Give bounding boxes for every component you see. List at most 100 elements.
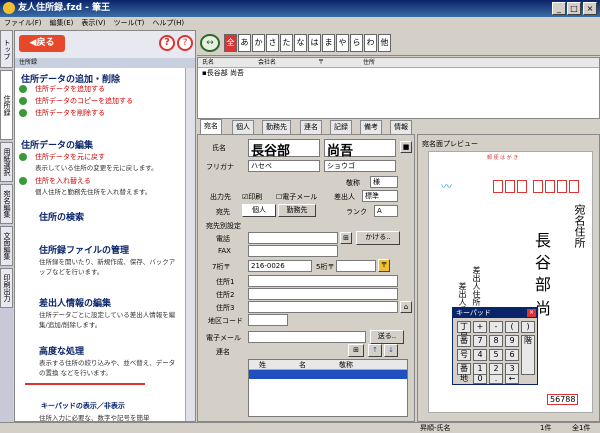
key-chome[interactable]: 丁目 (457, 321, 471, 341)
dest-work-button[interactable]: 勤務先 (278, 204, 316, 217)
section-advanced[interactable]: 高度な処理 (39, 344, 84, 357)
delete-data-link[interactable]: 住所データを削除する (17, 108, 105, 118)
tab-info[interactable]: 情報 (390, 120, 412, 134)
key-plus[interactable]: + (473, 321, 487, 333)
close-button[interactable]: × (583, 2, 597, 15)
copy-data-link[interactable]: 住所データのコピーを追加する (17, 96, 133, 106)
key-9[interactable]: 9 (505, 335, 519, 347)
tab-notes[interactable]: 備考 (360, 120, 382, 134)
tab-personal[interactable]: 個人 (232, 120, 254, 134)
col-zip[interactable]: 〒 (318, 58, 324, 68)
context-help-icon[interactable]: ? (177, 35, 193, 51)
fax-input[interactable] (248, 245, 338, 257)
maximize-button[interactable]: □ (567, 2, 581, 15)
menu-view[interactable]: 表示(V) (81, 19, 105, 27)
joint-row-selected[interactable] (249, 370, 407, 379)
send-button[interactable]: 送る.. (370, 330, 404, 344)
key-kai[interactable]: 階 (521, 335, 535, 375)
print-checkbox[interactable]: ☑印刷 (242, 192, 262, 202)
honorific-select[interactable]: 様 (370, 176, 398, 188)
phone-book-icon[interactable]: ⊞ (340, 232, 352, 244)
rank-select[interactable]: A (374, 205, 398, 217)
tab-joint[interactable]: 連名 (300, 120, 322, 134)
zip5-input[interactable] (336, 260, 376, 272)
joint-down-icon[interactable]: ↓ (384, 344, 398, 357)
key-6[interactable]: 6 (505, 349, 519, 361)
list-row[interactable]: ▪長谷部 尚吾 (198, 68, 599, 78)
undo-link[interactable]: 住所データを元に戻す (17, 152, 105, 162)
key-0[interactable]: 0 (473, 374, 487, 384)
kana-ya[interactable]: や (336, 34, 349, 52)
menu-help[interactable]: ヘルプ(H) (152, 19, 184, 27)
kana-na[interactable]: な (294, 34, 307, 52)
name-book-icon[interactable]: ■ (400, 141, 412, 153)
col-name[interactable]: 氏名 (202, 58, 214, 68)
key-minus[interactable]: - (489, 321, 503, 333)
first-name-input[interactable]: 尚吾 (324, 139, 396, 159)
email-input[interactable] (248, 331, 366, 343)
kana-wa[interactable]: わ (364, 34, 377, 52)
key-4[interactable]: 4 (473, 349, 487, 361)
key-enter[interactable]: ← (505, 374, 519, 384)
address3-input[interactable] (248, 301, 398, 313)
kana-ka[interactable]: か (252, 34, 265, 52)
call-button[interactable]: かける.. (356, 231, 400, 245)
joint-col-last[interactable]: 姓 (259, 360, 266, 370)
tab-address[interactable]: 宛名 (200, 119, 222, 134)
section-sender[interactable]: 差出人情報の編集 (39, 296, 111, 309)
kana-sa[interactable]: さ (266, 34, 279, 52)
left-scrollbar[interactable] (185, 68, 195, 421)
vtab-top[interactable]: トップ (0, 30, 13, 68)
col-address[interactable]: 住所 (363, 58, 375, 68)
key-go[interactable]: 号 (457, 349, 471, 361)
phone-input[interactable] (248, 232, 338, 244)
section-search[interactable]: 住所の検索 (39, 210, 84, 223)
help-icon[interactable]: ? (159, 35, 175, 51)
furigana-first-input[interactable]: ショウゴ (324, 160, 396, 172)
col-company[interactable]: 会社名 (258, 58, 276, 68)
zip7-input[interactable]: 216-0026 (248, 260, 312, 272)
menu-file[interactable]: ファイル(F) (4, 19, 42, 27)
section-file[interactable]: 住所録ファイルの管理 (39, 243, 129, 256)
keypad-close-icon[interactable]: × (527, 309, 536, 317)
vtab-print[interactable]: 印刷出力 (0, 268, 13, 308)
joint-add-icon[interactable]: ⊞ (348, 344, 364, 357)
kana-all[interactable]: 全 (224, 34, 237, 52)
key-dot[interactable]: . (489, 374, 503, 384)
joint-up-icon[interactable]: ↑ (368, 344, 382, 357)
navigate-icon[interactable]: ↔ (200, 34, 220, 52)
joint-col-honorific[interactable]: 敬称 (339, 360, 353, 370)
key-8[interactable]: 8 (489, 335, 503, 347)
dest-personal-button[interactable]: 個人 (242, 204, 276, 217)
tab-work[interactable]: 勤務先 (262, 120, 291, 134)
vtab-paper[interactable]: 用紙選択 (0, 142, 13, 182)
furigana-last-input[interactable]: ハセベ (248, 160, 320, 172)
area-code-input[interactable] (248, 314, 288, 326)
key-5[interactable]: 5 (489, 349, 503, 361)
key-banchi[interactable]: 番地 (457, 363, 471, 383)
zip-lookup-icon[interactable]: 〒 (378, 259, 390, 272)
tab-record[interactable]: 記録 (330, 120, 352, 134)
address1-input[interactable] (248, 275, 398, 287)
keypad-toggle-link[interactable]: キーパッドの表示／非表示 (35, 401, 125, 411)
vtab-address-edit[interactable]: 宛名編集 (0, 184, 13, 224)
menu-tools[interactable]: ツール(T) (114, 19, 145, 27)
key-rparen[interactable]: ) (521, 321, 535, 333)
vtab-address[interactable]: 住所録 (0, 70, 13, 140)
add-data-link[interactable]: 住所データを追加する (17, 84, 105, 94)
menu-edit[interactable]: 編集(E) (50, 19, 74, 27)
kana-other[interactable]: 他 (378, 34, 391, 52)
address2-input[interactable] (248, 288, 398, 300)
kana-a[interactable]: あ (238, 34, 251, 52)
kana-ra[interactable]: ら (350, 34, 363, 52)
joint-col-first[interactable]: 名 (299, 360, 306, 370)
vtab-body-edit[interactable]: 文面編集 (0, 226, 13, 266)
kana-ta[interactable]: た (280, 34, 293, 52)
kana-ma[interactable]: ま (322, 34, 335, 52)
key-lparen[interactable]: ( (505, 321, 519, 333)
last-name-input[interactable]: 長谷部 (248, 139, 320, 159)
key-7[interactable]: 7 (473, 335, 487, 347)
email-checkbox[interactable]: ☐電子メール (276, 192, 317, 202)
swap-link[interactable]: 住所を入れ替える (17, 176, 91, 186)
minimize-button[interactable]: _ (552, 2, 566, 15)
